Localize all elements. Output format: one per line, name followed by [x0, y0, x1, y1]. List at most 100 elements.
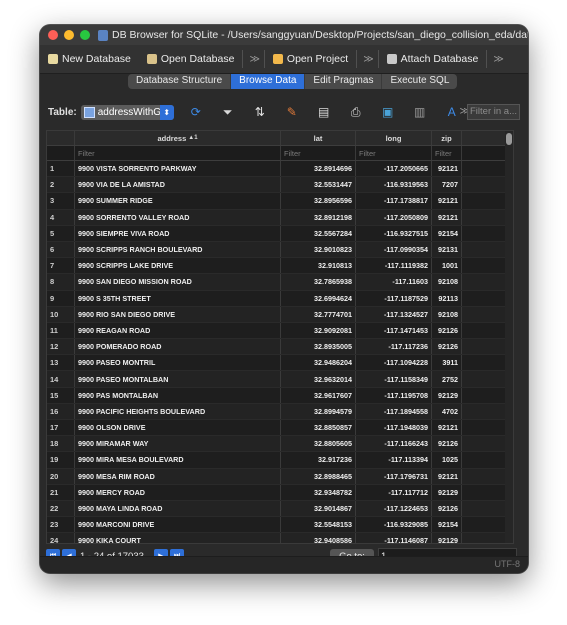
cell-lat[interactable]: 32.9348782 — [281, 484, 356, 500]
cell-address[interactable]: 9900 PASEO MONTALBAN — [75, 371, 281, 387]
cell-long[interactable]: -117.1166243 — [356, 436, 432, 452]
cell-lat[interactable]: 32.9632014 — [281, 371, 356, 387]
cell-zip[interactable]: 92129 — [432, 387, 462, 403]
cell-lat[interactable]: 32.8805605 — [281, 436, 356, 452]
cell-zip[interactable]: 92121 — [432, 193, 462, 209]
cell-zip[interactable]: 92121 — [432, 420, 462, 436]
clear-sorting-icon[interactable]: ✎ — [276, 102, 308, 122]
cell-long[interactable]: -117.0990354 — [356, 241, 432, 258]
cell-zip[interactable]: 92108 — [432, 274, 462, 290]
cell-zip[interactable]: 92121 — [432, 209, 462, 225]
cell-zip[interactable]: 1025 — [432, 452, 462, 468]
row-number[interactable]: 10 — [47, 306, 75, 322]
cell-zip[interactable]: 92121 — [432, 161, 462, 177]
table-row[interactable]: 6 9900 SCRIPPS RANCH BOULEVARD 32.9010823-… — [47, 241, 513, 259]
cell-address[interactable]: 9900 SCRIPPS RANCH BOULEVARD — [75, 241, 281, 258]
cell-zip[interactable]: 7207 — [432, 177, 462, 193]
cell-long[interactable]: -116.9327515 — [356, 225, 432, 241]
table-row[interactable]: 21 9900 MERCY ROAD 32.9348782 -117.117712 92… — [47, 484, 513, 501]
filter-zip-input[interactable]: Filter — [432, 146, 462, 160]
column-header-address[interactable]: address ▲1 — [75, 131, 281, 145]
cell-lat[interactable]: 32.7774701 — [281, 306, 356, 322]
table-row[interactable]: 23 9900 MARCONI DRIVE 32.5548153 -116.93290… — [47, 517, 513, 534]
table-select[interactable]: addressWithGe ⬍ — [80, 104, 174, 120]
cell-lat[interactable]: 32.9617607 — [281, 387, 356, 403]
column-header-long[interactable]: long — [356, 131, 432, 145]
cell-address[interactable]: 9900 VISTA SORRENTO PARKWAY — [75, 161, 281, 177]
row-number[interactable]: 21 — [47, 484, 75, 500]
tab-database-structure[interactable]: Database Structure — [128, 74, 230, 89]
filter-long-input[interactable]: Filter — [356, 146, 432, 160]
cell-long[interactable]: -117.1796731 — [356, 468, 432, 484]
cell-lat[interactable]: 32.8988465 — [281, 468, 356, 484]
save-filter-icon[interactable]: ▤ — [308, 102, 340, 122]
cell-long[interactable]: -117.1894558 — [356, 403, 432, 419]
column-header-zip[interactable]: zip — [432, 131, 462, 145]
delete-record-icon[interactable]: ▥ — [404, 102, 436, 122]
cell-long[interactable]: -117.1158349 — [356, 371, 432, 387]
row-number[interactable]: 23 — [47, 517, 75, 533]
cell-long[interactable]: -117.1119382 — [356, 258, 432, 274]
cell-address[interactable]: 9900 MERCY ROAD — [75, 484, 281, 500]
cell-address[interactable]: 9900 MIRAMAR WAY — [75, 436, 281, 452]
cell-long[interactable]: -116.9319563 — [356, 177, 432, 193]
column-header-lat[interactable]: lat — [281, 131, 356, 145]
refresh-icon[interactable]: ⟳ — [180, 102, 212, 122]
print-icon[interactable]: ⎙ — [340, 102, 372, 122]
cell-address[interactable]: 9900 MESA RIM ROAD — [75, 468, 281, 484]
cell-lat[interactable]: 32.8850857 — [281, 420, 356, 436]
cell-lat[interactable]: 32.9486204 — [281, 355, 356, 371]
table-row[interactable]: 15 9900 PAS MONTALBAN 32.9617607 -117.11957… — [47, 387, 513, 404]
row-number[interactable]: 22 — [47, 500, 75, 517]
table-row[interactable]: 11 9900 REAGAN ROAD 32.9092081 -117.1471453… — [47, 322, 513, 340]
row-number[interactable]: 14 — [47, 371, 75, 387]
row-number[interactable]: 24 — [47, 533, 75, 543]
cell-address[interactable]: 9900 REAGAN ROAD — [75, 322, 281, 339]
table-row[interactable]: 8 9900 SAN DIEGO MISSION ROAD 32.7865938 -1… — [47, 274, 513, 291]
table-row[interactable]: 17 9900 OLSON DRIVE 32.8850857 -117.1948039… — [47, 420, 513, 437]
global-filter-input[interactable]: Filter in a... — [467, 104, 520, 120]
table-row[interactable]: 16 9900 PACIFIC HEIGHTS BOULEVARD 32.89945… — [47, 403, 513, 420]
vertical-scrollbar[interactable] — [505, 131, 513, 543]
cell-address[interactable]: 9900 POMERADO ROAD — [75, 339, 281, 355]
cell-address[interactable]: 9900 MAYA LINDA ROAD — [75, 500, 281, 517]
cell-zip[interactable]: 92126 — [432, 339, 462, 355]
scrollbar-thumb[interactable] — [506, 133, 512, 145]
cell-zip[interactable]: 92154 — [432, 225, 462, 241]
table-row[interactable]: 2 9900 VIA DE LA AMISTAD 32.5531447 -116.93… — [47, 177, 513, 194]
row-number[interactable]: 16 — [47, 403, 75, 419]
cell-zip[interactable]: 92154 — [432, 517, 462, 533]
table-row[interactable]: 4 9900 SORRENTO VALLEY ROAD 32.8912198 -117… — [47, 209, 513, 226]
cell-long[interactable]: -117.1324527 — [356, 306, 432, 322]
cell-long[interactable]: -116.9329085 — [356, 517, 432, 533]
row-number[interactable]: 9 — [47, 290, 75, 306]
minimize-window-button[interactable] — [64, 30, 74, 40]
toolbar-overflow-icon[interactable]: ≫ — [487, 54, 507, 65]
tab-edit-pragmas[interactable]: Edit Pragmas — [305, 74, 381, 89]
cell-lat[interactable]: 32.7865938 — [281, 274, 356, 290]
cell-address[interactable]: 9900 SIEMPRE VIVA ROAD — [75, 225, 281, 241]
table-row[interactable]: 22 9900 MAYA LINDA ROAD 32.9014867 -117.122… — [47, 500, 513, 518]
cell-zip[interactable]: 92108 — [432, 306, 462, 322]
cell-lat[interactable]: 32.9408586 — [281, 533, 356, 543]
row-number[interactable]: 5 — [47, 225, 75, 241]
cell-address[interactable]: 9900 KIKA COURT — [75, 533, 281, 543]
cell-long[interactable]: -117.113394 — [356, 452, 432, 468]
row-number[interactable]: 12 — [47, 339, 75, 355]
cell-zip[interactable]: 92126 — [432, 436, 462, 452]
row-number[interactable]: 20 — [47, 468, 75, 484]
cell-address[interactable]: 9900 S 35TH STREET — [75, 290, 281, 306]
table-row[interactable]: 12 9900 POMERADO ROAD 32.8935005 -117.11723… — [47, 339, 513, 356]
sort-icon[interactable]: ⇅ — [244, 102, 276, 122]
filter-address-input[interactable]: Filter — [75, 146, 281, 160]
zoom-window-button[interactable] — [80, 30, 90, 40]
cell-long[interactable]: -117.2050665 — [356, 161, 432, 177]
cell-lat[interactable]: 32.917236 — [281, 452, 356, 468]
cell-address[interactable]: 9900 PASEO MONTRIL — [75, 355, 281, 371]
table-row[interactable]: 19 9900 MIRA MESA BOULEVARD 32.917236 -117.… — [47, 452, 513, 469]
cell-long[interactable]: -117.2050809 — [356, 209, 432, 225]
cell-address[interactable]: 9900 SUMMER RIDGE — [75, 193, 281, 209]
row-number[interactable]: 2 — [47, 177, 75, 193]
table-row[interactable]: 13 9900 PASEO MONTRIL 32.9486204 -117.10942… — [47, 355, 513, 372]
cell-lat[interactable]: 32.8935005 — [281, 339, 356, 355]
